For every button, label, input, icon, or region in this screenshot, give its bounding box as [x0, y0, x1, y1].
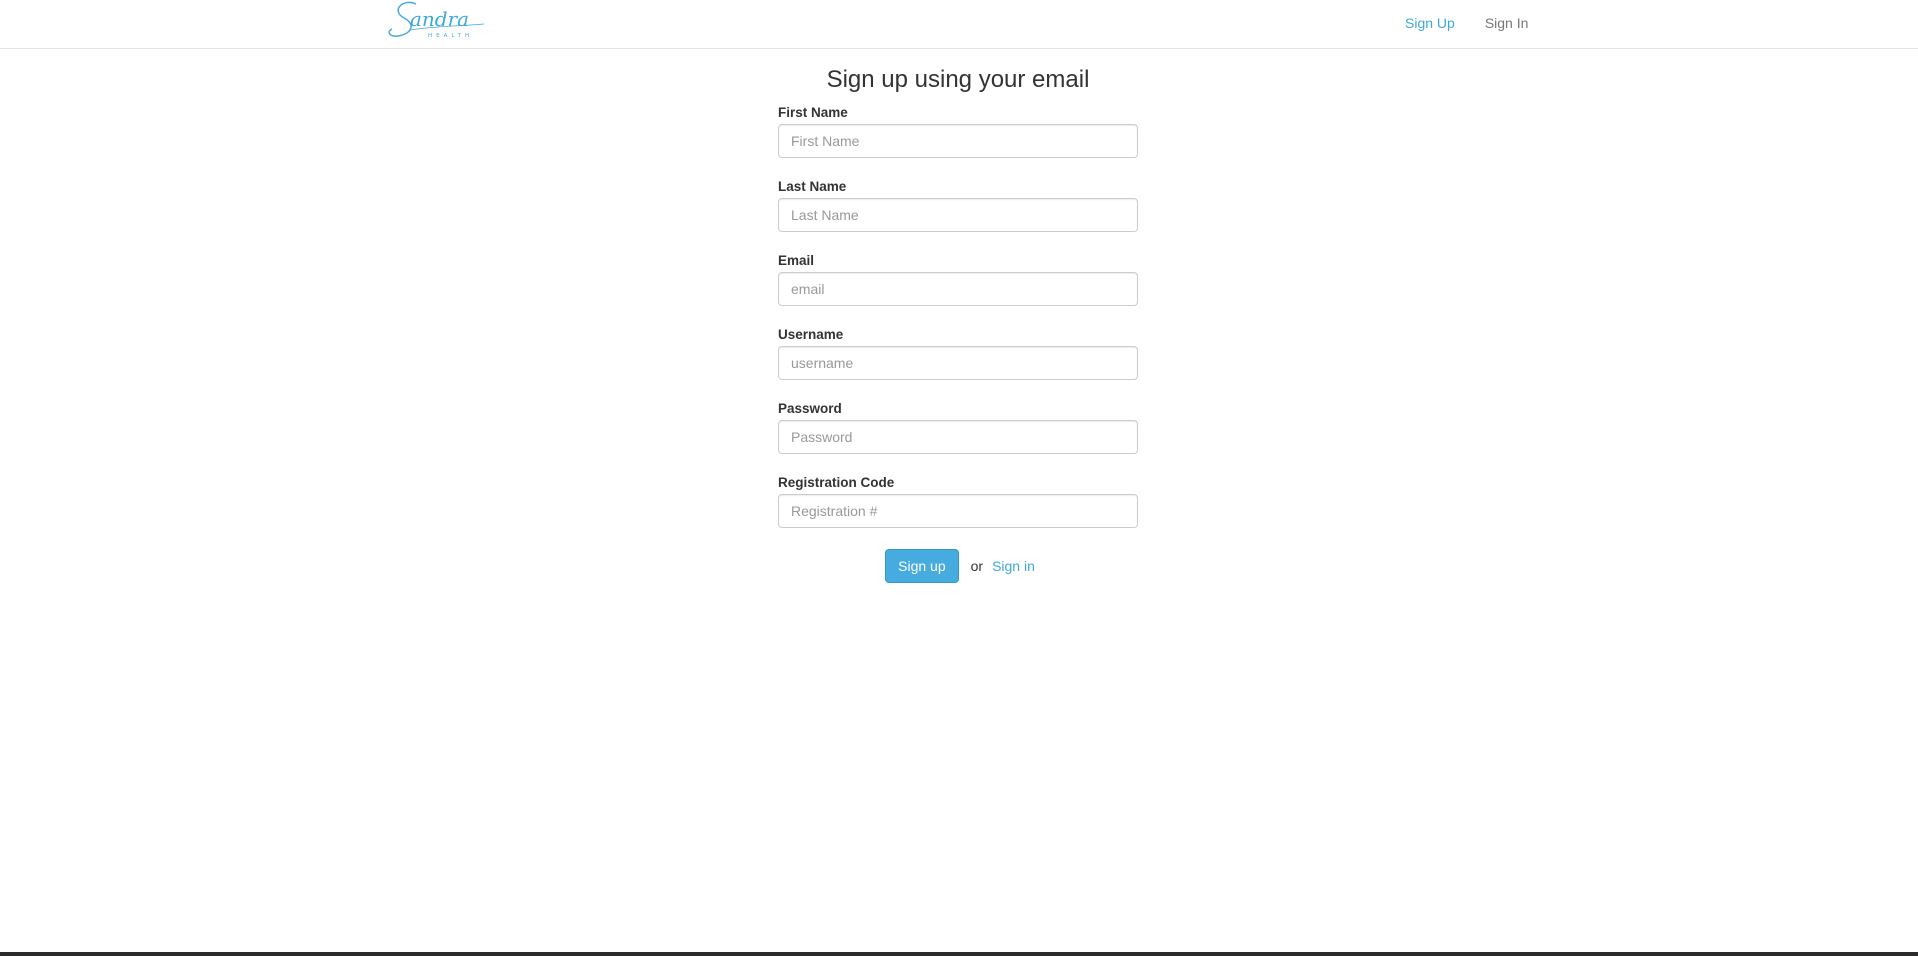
nav-signup-link[interactable]: Sign Up [1390, 15, 1470, 31]
signin-link[interactable]: Sign in [992, 558, 1035, 574]
top-navbar: andra HEALTH Sign Up Sign In [0, 0, 1918, 49]
last-name-label: Last Name [778, 179, 847, 194]
first-name-group: First Name [778, 102, 1138, 176]
nav-signin-link[interactable]: Sign In [1470, 15, 1544, 31]
registration-code-group: Registration Code [778, 472, 1138, 546]
last-name-input[interactable] [778, 198, 1138, 232]
password-input[interactable] [778, 420, 1138, 454]
email-label: Email [778, 253, 815, 268]
registration-code-label: Registration Code [778, 475, 895, 490]
username-label: Username [778, 327, 844, 342]
nav-links: Sign Up Sign In [1390, 0, 1543, 46]
form-actions: Sign up or Sign in [778, 548, 1138, 584]
first-name-input[interactable] [778, 124, 1138, 158]
first-name-label: First Name [778, 105, 848, 120]
bottom-edge-strip [0, 952, 1918, 956]
page-title: Sign up using your email [826, 66, 1090, 93]
username-group: Username [778, 324, 1138, 398]
sandra-logo-icon: andra HEALTH [388, 1, 485, 39]
email-group: Email [778, 250, 1138, 324]
signup-form: Sign up using your email First Name Last… [778, 62, 1138, 584]
svg-text:andra: andra [410, 7, 469, 31]
or-text: or [970, 558, 984, 574]
registration-code-input[interactable] [778, 494, 1138, 528]
password-group: Password [778, 398, 1138, 472]
last-name-group: Last Name [778, 176, 1138, 250]
email-input[interactable] [778, 272, 1138, 306]
svg-text:HEALTH: HEALTH [428, 33, 473, 39]
signup-button[interactable]: Sign up [885, 549, 959, 583]
brand-logo[interactable]: andra HEALTH [386, 0, 486, 40]
username-input[interactable] [778, 346, 1138, 380]
password-label: Password [778, 401, 842, 416]
